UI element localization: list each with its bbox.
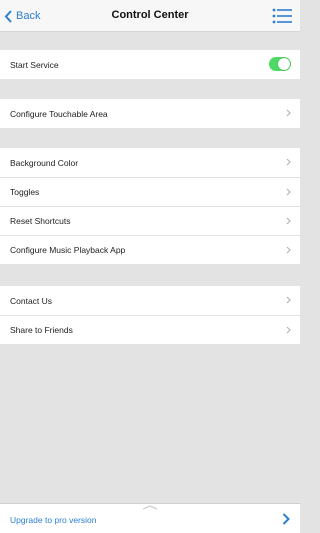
upgrade-footer: Upgrade to pro version [0,503,300,533]
navigation-bar: Back Control Center [0,0,300,32]
social-group: Contact Us Share to Friends [0,286,300,344]
chevron-right-icon [286,109,291,117]
row-label: Configure Touchable Area [10,108,108,119]
chevron-right-icon [286,217,291,225]
contact-us-row[interactable]: Contact Us [0,286,300,315]
upgrade-link[interactable]: Upgrade to pro version [10,515,96,525]
chevron-right-icon[interactable] [282,513,290,525]
configure-music-playback-app-row[interactable]: Configure Music Playback App [0,235,300,264]
start-service-row[interactable]: Start Service [0,50,300,79]
reset-shortcuts-row[interactable]: Reset Shortcuts [0,206,300,235]
start-service-toggle[interactable] [269,57,291,71]
chevron-right-icon [286,326,291,334]
customize-group: Background Color Toggles Reset Shortcuts… [0,148,300,264]
chevron-right-icon [286,188,291,196]
row-label: Background Color [10,157,79,168]
chevron-right-icon [286,246,291,254]
toggles-row[interactable]: Toggles [0,177,300,206]
chevron-right-icon [286,158,291,166]
list-menu-icon [272,8,292,24]
configure-touchable-area-row[interactable]: Configure Touchable Area [0,99,300,128]
row-label: Start Service [10,59,59,70]
row-label: Toggles [10,187,40,197]
row-label: Reset Shortcuts [10,216,71,226]
background-color-row[interactable]: Background Color [0,148,300,177]
row-label: Share to Friends [10,325,73,335]
touch-group: Configure Touchable Area [0,99,300,128]
service-group: Start Service [0,50,300,79]
toggle-knob [278,58,290,70]
row-label: Configure Music Playback App [10,245,126,255]
chevron-right-icon [286,296,291,304]
row-label: Contact Us [10,295,53,306]
share-to-friends-row[interactable]: Share to Friends [0,315,300,344]
page-title: Control Center [111,9,189,21]
menu-button[interactable] [272,7,292,25]
drag-handle-icon[interactable] [142,505,158,510]
